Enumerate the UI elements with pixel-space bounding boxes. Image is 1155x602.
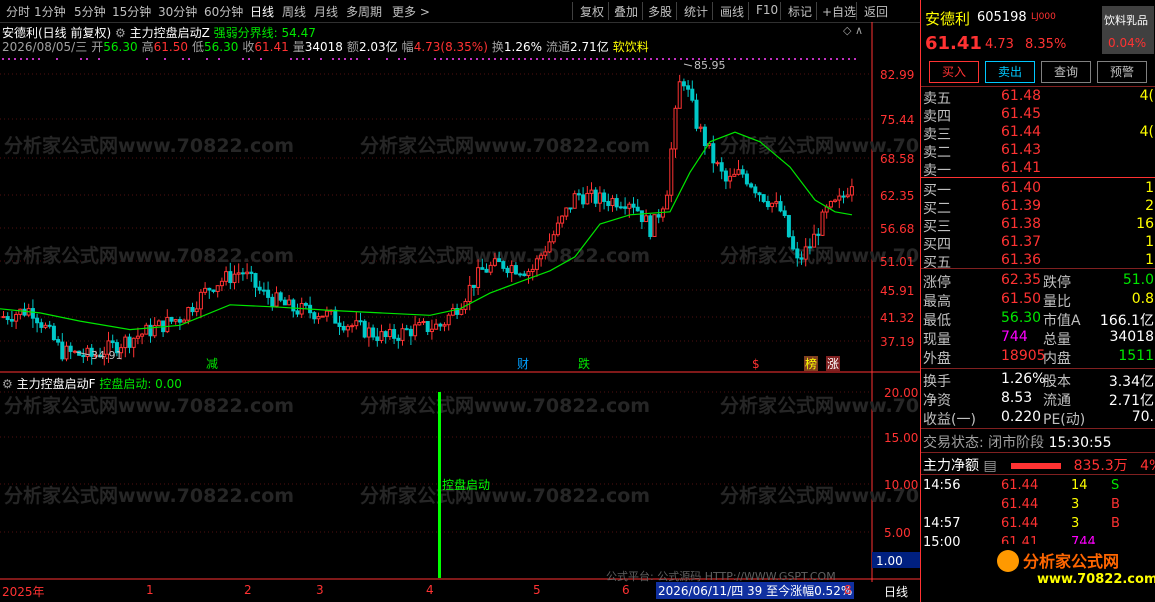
event-tag-rise[interactable]: 涨 <box>827 356 839 371</box>
stat2-row: 换手 1.26% 股本 3.34亿 <box>923 371 1154 390</box>
stat-row: 涨停 62.35 跌停 51.0 <box>923 272 1154 291</box>
period-toolbar: 分时 1分钟 5分钟 15分钟 30分钟 60分钟 日线 周线 月线 多周期 更… <box>0 0 920 23</box>
watermark-text: 分析家公式网www.70822.com <box>360 484 650 507</box>
stat-row: 最高 61.50 量比 0.8 <box>923 291 1154 310</box>
control-start-label: 控盘启动 <box>442 477 490 492</box>
query-button[interactable]: 查询 <box>1041 61 1091 83</box>
event-tag-finance[interactable]: 财 <box>517 357 529 371</box>
tick-row[interactable]: 14:57 61.44 3 B <box>921 516 1155 534</box>
control-start-bar <box>438 392 441 578</box>
tab-15min[interactable]: 15分钟 <box>112 3 151 20</box>
orderbook-row-buys-1[interactable]: 买二 61.39 2 <box>921 198 1155 217</box>
sub-settings-icon[interactable]: ⚙ <box>2 377 13 391</box>
time-axis: 2025年 1 2 3 4 5 6 2026/06/11/四 39 至今涨幅0.… <box>2 582 909 600</box>
watermark-text: 分析家公式网www.70822.com <box>360 394 650 417</box>
list-icon[interactable]: ▤ <box>983 458 996 474</box>
logo-flower-icon <box>997 550 1019 572</box>
tab-fenshi[interactable]: 分时 <box>6 3 30 20</box>
mark-button[interactable]: 标记 <box>788 3 812 20</box>
price-change-pct: 8.35% <box>1025 37 1067 52</box>
stat2-row: 收益(一) 0.220 PE(动) 70. <box>923 409 1154 428</box>
tab-5min[interactable]: 5分钟 <box>74 3 106 20</box>
orderbook-row-buys-3[interactable]: 买四 61.37 1 <box>921 234 1155 253</box>
site-logo: 分析家公式网 www.70822.com <box>997 544 1155 602</box>
stock-code: 605198 <box>977 10 1027 25</box>
source-watermark: 公式平台: 公式源码 HTTP://WWW.GSPT.COM <box>606 570 836 583</box>
orderbook-row-buys-0[interactable]: 买一 61.40 1 <box>921 180 1155 199</box>
last-price: 61.41 <box>925 33 982 54</box>
period-indicator[interactable]: 日线 <box>884 583 908 600</box>
buy-button[interactable]: 买入 <box>929 61 979 83</box>
overlay-button[interactable]: 叠加 <box>614 3 638 20</box>
orderbook-row-sells-2[interactable]: 卖三 61.44 4( <box>921 124 1155 143</box>
collapse-chevron-icon[interactable]: ◇ ∧ <box>843 24 863 37</box>
low-marker: 34.91 <box>91 349 123 362</box>
stat-row: 最低 56.30 市值A 166.1亿 <box>923 310 1154 329</box>
orderbook-row-buys-2[interactable]: 买三 61.38 16 <box>921 216 1155 235</box>
event-tag-dollar[interactable]: $ <box>752 357 760 371</box>
tick-row[interactable]: 14:56 61.44 14 S <box>921 478 1155 496</box>
main-net-row: 主力净额 ▤ 835.3万 4% <box>923 458 1155 474</box>
draw-line-button[interactable]: 画线 <box>720 3 744 20</box>
sub-current-value: 1.00 <box>876 554 903 568</box>
orderbook-row-sells-0[interactable]: 卖五 61.48 4( <box>921 88 1155 107</box>
tab-multi-period[interactable]: 多周期 <box>346 3 382 20</box>
add-watchlist-button[interactable]: +自选 <box>822 3 856 20</box>
tab-30min[interactable]: 30分钟 <box>158 3 197 20</box>
back-button[interactable]: 返回 <box>864 3 888 20</box>
tab-1min[interactable]: 1分钟 <box>34 3 66 20</box>
event-tag-reduce[interactable]: 减 <box>206 357 218 371</box>
high-marker: 85.95 <box>694 59 726 72</box>
settings-icon[interactable]: ⚙ <box>115 26 126 40</box>
price-change: 4.73 <box>985 37 1014 52</box>
strength-divider-line <box>0 131 853 331</box>
sub-chart-value: 控盘启动: 0.00 <box>99 377 182 391</box>
stat-row: 外盘 18905 内盘 1511 <box>923 348 1154 367</box>
main-indicator-value: 强弱分界线: 54.47 <box>213 26 316 40</box>
tab-daily[interactable]: 日线 <box>250 3 274 20</box>
trade-state-row: 交易状态: 闭市阶段 15:30:55 <box>923 435 1112 451</box>
alert-button[interactable]: 预警 <box>1097 61 1147 83</box>
tab-monthly[interactable]: 月线 <box>314 3 338 20</box>
stat2-row: 净资 8.53 流通 2.71亿 <box>923 390 1154 409</box>
cursor-info: 2026/06/11/四 39 至今涨幅0.52% <box>656 582 855 599</box>
orderbook-row-sells-3[interactable]: 卖二 61.43 <box>921 142 1155 161</box>
event-tag-fall[interactable]: 跌 <box>578 356 590 371</box>
watermark-text: 分析家公式网www.70822.com <box>4 244 294 267</box>
main-indicator-name[interactable]: 主力控盘启动Z <box>130 26 210 40</box>
main-chart-title-row: 安德利(日线 前复权) ⚙ 主力控盘启动Z 强弱分界线: 54.47 <box>2 24 316 41</box>
stats-button[interactable]: 统计 <box>684 3 708 20</box>
stock-tag: LJ000 <box>1031 12 1056 22</box>
sell-button[interactable]: 卖出 <box>985 61 1035 83</box>
sector-box[interactable]: 饮料乳品 0.04% <box>1102 6 1154 54</box>
quote-panel: 安德利 605198 LJ000 饮料乳品 0.04% 61.41 4.73 8… <box>920 0 1155 602</box>
watermark-text: 分析家公式网www.70822.com <box>4 484 294 507</box>
event-tag-rank[interactable]: 榜 <box>805 356 817 371</box>
tab-more[interactable]: 更多 > <box>392 3 430 20</box>
tick-row[interactable]: 61.44 3 B <box>921 497 1155 515</box>
tab-60min[interactable]: 60分钟 <box>204 3 243 20</box>
watermark-text: 分析家公式网www.70822.com <box>4 134 294 157</box>
stat-row: 现量 744 总量 34018 <box>923 329 1154 348</box>
fuquan-button[interactable]: 复权 <box>580 3 604 20</box>
kline-chart[interactable]: 分析家公式网www.70822.com 分析家公式网www.70822.com 分析… <box>0 22 920 602</box>
watermark-text: 分析家公式网www.70822.com <box>4 394 294 417</box>
sub-chart-title[interactable]: 主力控盘启动F <box>17 377 96 391</box>
stock-name: 安德利 <box>925 10 971 28</box>
main-chart-title: 安德利(日线 前复权) <box>2 26 112 40</box>
orderbook-row-sells-4[interactable]: 卖一 61.41 <box>921 160 1155 179</box>
f10-button[interactable]: F10 <box>756 3 778 17</box>
multi-stock-button[interactable]: 多股 <box>648 3 672 20</box>
tab-weekly[interactable]: 周线 <box>282 3 306 20</box>
orderbook-row-sells-1[interactable]: 卖四 61.45 <box>921 106 1155 125</box>
net-bar <box>1011 463 1062 469</box>
watermark-text: 分析家公式网www.70822.com <box>360 134 650 157</box>
sub-chart-title-row: ⚙ 主力控盘启动F 控盘启动: 0.00 <box>2 375 182 392</box>
